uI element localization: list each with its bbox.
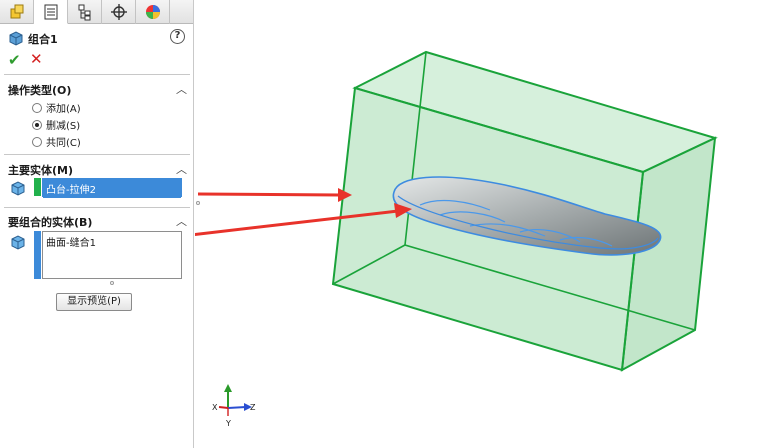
operation-type-title: 操作类型(O)	[8, 84, 72, 97]
main-body-item[interactable]: 凸台-拉伸2	[43, 179, 181, 198]
triad-y-label: Y	[225, 419, 231, 428]
cancel-button[interactable]: ✕	[30, 50, 43, 68]
radio-common-label: 共同(C)	[46, 138, 81, 149]
section-divider	[4, 154, 190, 155]
radio-circle	[32, 102, 42, 113]
main-body-color-strip	[34, 178, 41, 196]
main-body-title: 主要实体(M)	[8, 164, 74, 177]
main-body-listbox[interactable]: 凸台-拉伸2	[42, 178, 182, 198]
radio-subtract-label: 删减(S)	[46, 121, 81, 132]
ok-button[interactable]: ✔	[8, 51, 21, 69]
radio-common[interactable]: 共同(C)	[32, 134, 81, 149]
resize-grip[interactable]	[110, 281, 114, 285]
tab-configuration-manager[interactable]	[68, 0, 102, 24]
chevron-up-icon[interactable]: ︿	[176, 213, 187, 229]
annotation-arrow-main	[197, 188, 352, 202]
manager-tabs	[0, 0, 193, 24]
combine-bodies-listbox[interactable]: 曲面-缝合1	[42, 231, 182, 279]
triad-z-label: Z	[250, 403, 256, 412]
combine-bodies-title: 要组合的实体(B)	[8, 216, 93, 229]
combine-feature-icon	[9, 31, 23, 46]
configuration-manager-icon	[78, 4, 90, 21]
property-manager-panel: 组合1 ? ✔ ✕ 操作类型(O) ︿ 添加(A) 删减(S) 共同(C) 主要…	[0, 0, 194, 448]
feature-manager-icon	[10, 4, 23, 19]
tab-property-manager[interactable]	[34, 0, 68, 24]
radio-circle	[32, 136, 42, 147]
tab-dimxpert[interactable]	[102, 0, 136, 24]
graphics-viewport[interactable]: X Y Z	[195, 0, 760, 448]
coordinate-triad: X Y Z	[212, 384, 256, 428]
display-manager-icon	[145, 5, 160, 19]
radio-add-label: 添加(A)	[46, 104, 81, 115]
combine-body-item[interactable]: 曲面-缝合1	[43, 232, 181, 251]
show-preview-button[interactable]: 显示预览(P)	[56, 293, 132, 311]
solid-body-icon	[11, 235, 25, 250]
tab-display-manager[interactable]	[136, 0, 170, 24]
dimxpert-icon	[110, 4, 127, 20]
radio-circle-selected	[32, 119, 42, 130]
solid-body-icon	[11, 181, 25, 196]
combine-bodies-color-strip	[34, 231, 41, 279]
help-icon[interactable]: ?	[170, 29, 185, 44]
section-divider	[4, 74, 190, 75]
chevron-up-icon[interactable]: ︿	[176, 81, 187, 97]
feature-title: 组合1	[28, 33, 58, 46]
section-divider	[4, 207, 190, 208]
radio-add[interactable]: 添加(A)	[32, 100, 81, 115]
chevron-up-icon[interactable]: ︿	[176, 161, 187, 177]
feature-header: 组合1 ?	[0, 27, 194, 49]
triad-x-label: X	[212, 403, 218, 412]
radio-subtract[interactable]: 删减(S)	[32, 117, 80, 132]
property-manager-icon	[44, 4, 57, 19]
tab-feature-manager[interactable]	[0, 0, 34, 24]
